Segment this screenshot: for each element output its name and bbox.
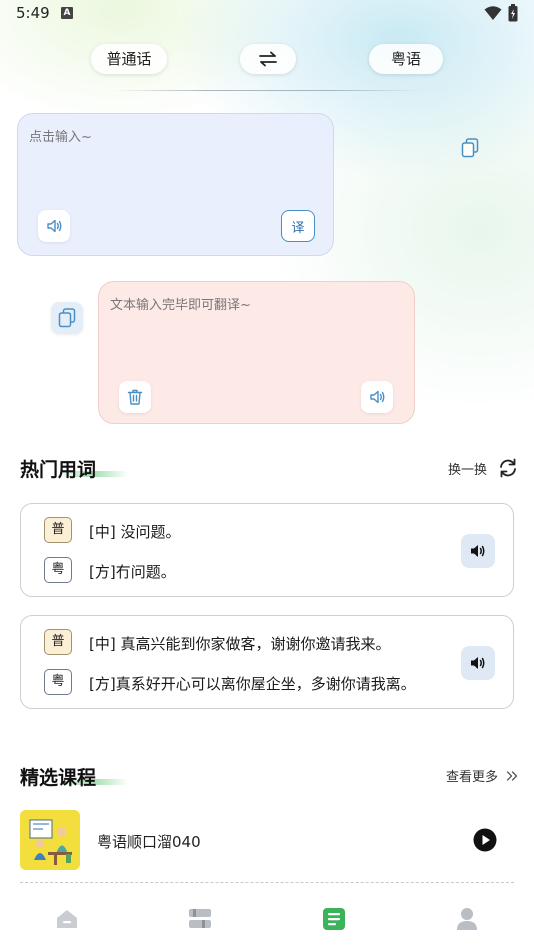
- copy-source-button[interactable]: [461, 138, 479, 162]
- speaker-outline-icon: [47, 219, 62, 233]
- source-speak-button[interactable]: [38, 210, 70, 242]
- courses-title: 精选课程: [20, 767, 97, 789]
- course-illustration-icon: [20, 810, 80, 870]
- swap-arrows-icon: [259, 51, 277, 67]
- copy-result-button[interactable]: [51, 302, 83, 334]
- refresh-button[interactable]: 换一换: [448, 458, 519, 478]
- wifi-icon: [484, 6, 502, 20]
- header-divider: [112, 90, 422, 91]
- swap-language-button[interactable]: [240, 44, 296, 74]
- nav-library[interactable]: [187, 906, 213, 932]
- double-chevron-right-icon: [506, 770, 518, 781]
- source-text-card[interactable]: 点击输入~ 译: [17, 113, 334, 256]
- nav-notes[interactable]: [321, 906, 347, 932]
- clear-button[interactable]: [119, 381, 151, 413]
- trash-icon: [127, 389, 143, 405]
- nav-home[interactable]: [54, 906, 80, 932]
- course-play-button[interactable]: [473, 828, 497, 856]
- view-more-button[interactable]: 查看更多: [446, 766, 518, 785]
- course-divider: [20, 882, 514, 883]
- mandarin-tag: 普: [44, 629, 72, 655]
- view-more-label: 查看更多: [446, 770, 499, 785]
- hot-words-title: 热门用词: [20, 459, 97, 481]
- status-icons: [484, 4, 518, 22]
- mandarin-phrase: [中] 没问题。: [89, 523, 181, 541]
- cantonese-phrase: [方]冇问题。: [89, 563, 176, 581]
- cantonese-phrase: [方]真系好开心可以离你屋企坐，多谢你请我离。: [89, 675, 416, 693]
- course-title[interactable]: 粤语顺口溜040: [97, 831, 201, 852]
- status-time: 5:49: [16, 4, 50, 22]
- cantonese-tag: 粤: [44, 669, 72, 695]
- mandarin-phrase: [中] 真高兴能到你家做客，谢谢你邀请我来。: [89, 635, 391, 653]
- course-thumbnail[interactable]: [20, 810, 80, 870]
- profile-icon: [457, 908, 477, 930]
- result-text: 文本输入完毕即可翻译~: [110, 298, 251, 313]
- phrase-play-button[interactable]: [461, 646, 495, 680]
- speaker-icon: [471, 545, 485, 557]
- target-language-button[interactable]: 粤语: [369, 44, 443, 74]
- result-text-card[interactable]: 文本输入完毕即可翻译~: [98, 281, 415, 424]
- cantonese-tag: 粤: [44, 557, 72, 583]
- library-icon: [189, 909, 211, 928]
- phrase-play-button[interactable]: [461, 534, 495, 568]
- source-text-input[interactable]: 点击输入~: [29, 126, 92, 145]
- phrase-card[interactable]: 普 [中] 没问题。 粤 [方]冇问题。: [20, 503, 514, 597]
- notification-icon: A: [61, 7, 73, 19]
- speaker-icon: [471, 657, 485, 669]
- speaker-outline-icon: [370, 390, 385, 404]
- source-language-button[interactable]: 普通话: [91, 44, 167, 74]
- play-circle-icon: [473, 828, 497, 852]
- translate-button[interactable]: 译: [281, 210, 315, 242]
- refresh-icon: [500, 458, 516, 478]
- nav-profile[interactable]: [454, 906, 480, 932]
- copy-icon: [58, 308, 76, 328]
- phrase-card[interactable]: 普 [中] 真高兴能到你家做客，谢谢你邀请我来。 粤 [方]真系好开心可以离你屋…: [20, 615, 514, 709]
- copy-icon: [461, 138, 479, 158]
- refresh-label: 换一换: [448, 462, 488, 478]
- battery-icon: [508, 4, 518, 22]
- home-icon: [57, 910, 77, 928]
- mandarin-tag: 普: [44, 517, 72, 543]
- notes-icon: [323, 908, 345, 930]
- result-speak-button[interactable]: [361, 381, 393, 413]
